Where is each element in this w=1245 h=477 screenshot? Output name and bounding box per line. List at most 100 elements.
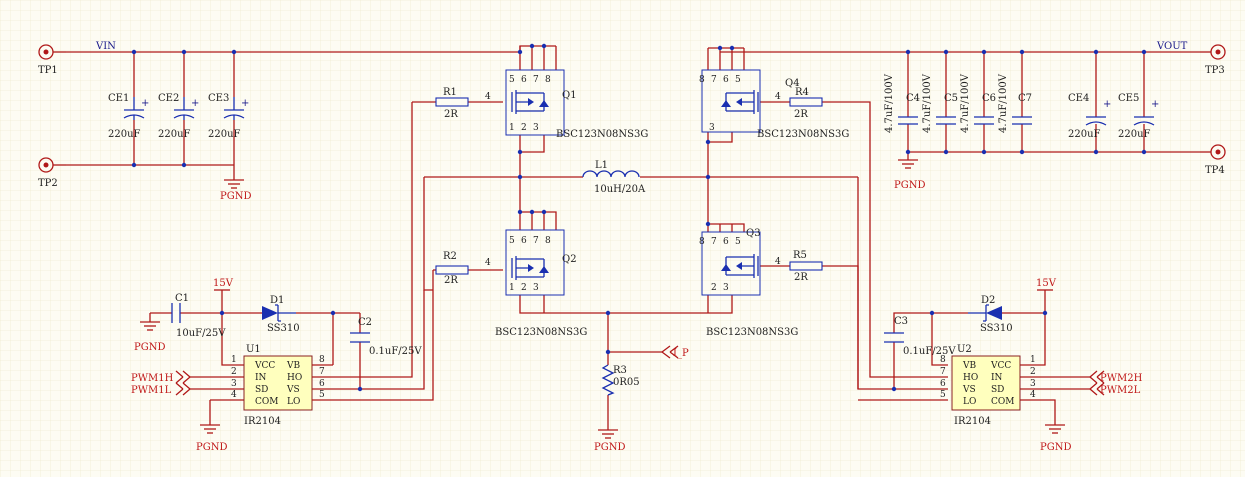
u1-pin-ho: HO [287,373,302,383]
u1-num-7: 7 [319,367,325,377]
u2-num-3: 3 [1030,379,1036,389]
tp1-label: TP1 [38,65,58,76]
svg-text:5: 5 [509,236,515,246]
pgnd-label-4: PGND [196,442,227,453]
pgnd-label-2: PGND [894,180,925,191]
d2-ref: D2 [981,295,995,306]
svg-text:+: + [241,98,249,109]
q4-part: BSC123N08NS3G [757,129,849,140]
q2-part: BSC123N08NS3G [495,327,587,338]
u1-num-5: 5 [319,390,325,400]
q4-gate-pin: 4 [775,92,781,102]
ce5-ref: CE5 [1118,93,1139,104]
pgnd-label-3: PGND [134,342,165,353]
l1-ref: L1 [595,160,608,171]
ce3-value: 220uF [208,129,241,140]
r1-ref: R1 [443,87,457,98]
ce1-value: 220uF [108,129,141,140]
pwm2h-label: PWM2H [1100,373,1143,384]
svg-text:8: 8 [699,75,705,85]
ce1-ref: CE1 [108,93,129,104]
u2-pin-vb: VB [962,361,976,371]
c7-value: 4.7uF/100V [998,73,1009,133]
r2-ref: R2 [443,251,457,262]
svg-text:+: + [141,98,149,109]
u1-pin-lo: LO [287,397,300,407]
u2-pin-in: IN [991,373,1003,383]
c3-ref: C3 [894,316,908,327]
u2-num-4: 4 [1030,390,1036,400]
svg-text:5: 5 [735,237,741,247]
svg-text:1: 1 [509,283,515,293]
q1-part: BSC123N08NS3G [556,129,648,140]
svg-text:8: 8 [699,237,705,247]
svg-text:+: + [1151,99,1159,110]
u2-ref: U2 [957,344,972,355]
svg-text:7: 7 [533,75,539,85]
svg-text:7: 7 [711,237,717,247]
r3-ref: R3 [613,365,627,376]
r2-value: 2R [444,275,458,286]
pwm1l-label: PWM1L [131,385,172,396]
pgnd-label-1: PGND [220,191,251,202]
u1-num-2: 2 [231,367,237,377]
svg-text:6: 6 [723,237,729,247]
q3-gate-pin: 4 [775,257,781,267]
u1-num-1: 1 [231,355,237,365]
supply-15v-left: 15V [213,278,234,291]
svg-text:2: 2 [521,123,527,133]
svg-text:6: 6 [521,236,527,246]
pgnd-label-6: PGND [1040,442,1071,453]
u2-pin-ho: HO [963,373,978,383]
c5-value: 4.7uF/100V [922,73,933,133]
u1-pin-vb: VB [286,361,300,371]
supply-15v-right: 15V [1036,278,1057,291]
u2-num-5: 5 [940,390,946,400]
ce5-value: 220uF [1118,129,1151,140]
u1-pin-vs: VS [286,385,300,395]
svg-text:6: 6 [723,75,729,85]
u1-num-4: 4 [231,390,237,400]
svg-text:2: 2 [711,283,717,293]
u2-num-1: 1 [1030,355,1036,365]
schematic-canvas: TP1 TP2 TP3 TP4 VIN VOUT + CE1 220uF + C… [0,0,1245,477]
svg-text:7: 7 [533,236,539,246]
u1-pin-in: IN [255,373,267,383]
u1-num-8: 8 [319,355,325,365]
u1-part: IR2104 [244,416,281,427]
svg-text:3: 3 [723,283,729,293]
u2-num-6: 6 [940,379,946,389]
r5-value: 2R [794,272,808,283]
svg-text:1: 1 [509,123,515,133]
l1-value: 10uH/20A [594,184,646,195]
c5-ref: C5 [944,93,958,104]
ce4-value: 220uF [1068,129,1101,140]
u2-num-8: 8 [940,355,946,365]
pgnd-label-5: PGND [594,442,625,453]
d1-ref: D1 [270,295,284,306]
net-label-vout: VOUT [1156,41,1188,52]
svg-text:3: 3 [533,283,539,293]
u2-pin-vcc: VCC [990,361,1011,371]
c7-ref: C7 [1018,93,1032,104]
r4-value: 2R [794,109,808,120]
ce3-ref: CE3 [208,93,229,104]
svg-text:3: 3 [709,123,715,133]
d2-part: SS310 [980,323,1013,334]
q2-gate-pin: 4 [485,258,491,268]
svg-text:6: 6 [521,75,527,85]
ce2-ref: CE2 [158,93,179,104]
svg-text:7: 7 [711,75,717,85]
v15-label-right: 15V [1036,278,1057,289]
u2-pin-lo: LO [963,397,976,407]
net-label-vin: VIN [95,41,116,52]
grid-background [0,0,1245,477]
d1-part: SS310 [267,323,300,334]
tp3-label: TP3 [1205,65,1225,76]
c2-value: 0.1uF/25V [369,346,422,357]
tp2-label: TP2 [38,178,58,189]
u2-num-2: 2 [1030,367,1036,377]
v15-label-left: 15V [213,278,234,289]
svg-text:5: 5 [735,75,741,85]
u1-num-6: 6 [319,379,325,389]
